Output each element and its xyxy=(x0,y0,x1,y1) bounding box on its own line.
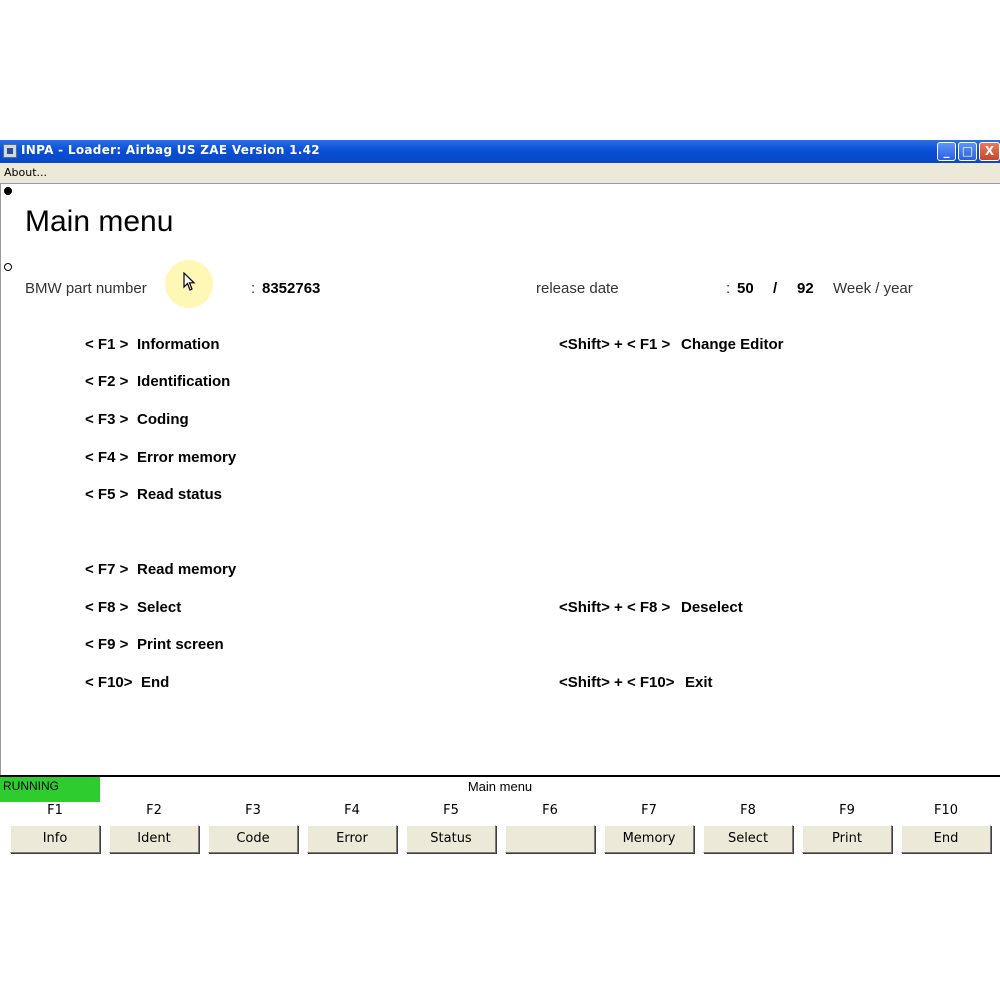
menu-entry-f8[interactable]: < F8 > Select xyxy=(85,599,181,616)
key-label: <Shift> + < F1 > xyxy=(559,336,671,353)
part-number-colon: : xyxy=(251,280,256,297)
menu-entry-shift-f8[interactable]: <Shift> + < F8 > Deselect xyxy=(559,599,743,616)
menu-entry-f1[interactable]: < F1 > Information xyxy=(85,336,220,353)
key-label: < F9 > xyxy=(85,636,129,653)
key-label: < F1 > xyxy=(85,336,129,353)
part-number-label: BMW part number xyxy=(25,280,147,297)
key-description: Print screen xyxy=(137,636,224,653)
menu-entry-f9[interactable]: < F9 > Print screen xyxy=(85,636,224,653)
menu-entry-f7[interactable]: < F7 > Read memory xyxy=(85,561,236,578)
key-label: < F5 > xyxy=(85,486,129,503)
key-description: Coding xyxy=(137,411,189,428)
menu-about[interactable]: About... xyxy=(4,166,47,179)
fkey-label-f3: F3 xyxy=(245,803,261,818)
app-icon[interactable] xyxy=(3,144,17,158)
fkey-label-f7: F7 xyxy=(641,803,657,818)
maximize-button[interactable]: □ xyxy=(958,142,977,161)
fkey-label-f4: F4 xyxy=(344,803,360,818)
window-title: INPA - Loader: Airbag US ZAE Version 1.4… xyxy=(21,143,320,157)
key-label: < F8 > xyxy=(85,599,129,616)
key-description: Change Editor xyxy=(681,336,784,353)
key-description: Read memory xyxy=(137,561,237,578)
code-button[interactable]: Code xyxy=(208,825,298,853)
menu-entry-f2[interactable]: < F2 > Identification xyxy=(85,373,230,390)
key-label: <Shift> + < F10> xyxy=(559,674,675,691)
key-description: Identification xyxy=(137,373,231,390)
key-description: Deselect xyxy=(681,599,743,616)
key-description: Select xyxy=(137,599,182,616)
fkey-label-f1: F1 xyxy=(47,803,63,818)
fkey-label-f8: F8 xyxy=(740,803,756,818)
inpa-window: INPA - Loader: Airbag US ZAE Version 1.4… xyxy=(0,140,1000,856)
mouse-cursor-icon xyxy=(165,260,213,308)
menu-bar: About... xyxy=(0,163,1000,183)
key-description: Exit xyxy=(685,674,713,691)
error-button[interactable]: Error xyxy=(307,825,397,853)
key-description: End xyxy=(141,674,170,691)
open-dot-icon xyxy=(4,263,12,271)
release-date-label: release date xyxy=(536,280,619,297)
menu-entry-shift-f1[interactable]: <Shift> + < F1 > Change Editor xyxy=(559,336,784,353)
menu-entry-f5[interactable]: < F5 > Read status xyxy=(85,486,222,503)
filled-dot-icon xyxy=(4,187,12,195)
fkey-label-f5: F5 xyxy=(443,803,459,818)
function-key-bar: RUNNING Main menu F1 F2 F3 F4 F5 F6 F7 F… xyxy=(0,775,1000,856)
menu-entry-f4[interactable]: < F4 > Error memory xyxy=(85,449,236,466)
release-unit: Week / year xyxy=(833,280,913,297)
key-label: < F4 > xyxy=(85,449,129,466)
menu-entry-shift-f10[interactable]: <Shift> + < F10> Exit xyxy=(559,674,713,691)
page-title: Main menu xyxy=(25,205,174,238)
key-label: <Shift> + < F8 > xyxy=(559,599,671,616)
end-button[interactable]: End xyxy=(901,825,991,853)
status-button[interactable]: Status xyxy=(406,825,496,853)
release-separator: / xyxy=(773,280,778,297)
pointer-arrow-icon xyxy=(183,272,196,291)
key-label: < F3 > xyxy=(85,411,129,428)
key-description: Information xyxy=(137,336,220,353)
close-button[interactable]: X xyxy=(979,142,1000,161)
title-bar: INPA - Loader: Airbag US ZAE Version 1.4… xyxy=(0,140,1000,163)
key-label: < F2 > xyxy=(85,373,129,390)
select-button[interactable]: Select xyxy=(703,825,793,853)
fkey-label-f6: F6 xyxy=(542,803,558,818)
key-description: Error memory xyxy=(137,449,237,466)
key-label: < F10> xyxy=(85,674,133,691)
release-date-colon: : xyxy=(726,280,731,297)
f6-button[interactable] xyxy=(505,825,595,853)
part-number-value: 8352763 xyxy=(262,280,321,297)
fkey-label-f2: F2 xyxy=(146,803,162,818)
fkey-label-f9: F9 xyxy=(839,803,855,818)
main-panel: Main menu BMW part number : 8352763 rele… xyxy=(0,183,1000,775)
release-year-value: 92 xyxy=(797,280,814,297)
print-button[interactable]: Print xyxy=(802,825,892,853)
memory-button[interactable]: Memory xyxy=(604,825,694,853)
menu-entry-f3[interactable]: < F3 > Coding xyxy=(85,411,189,428)
fkey-label-f10: F10 xyxy=(933,803,959,818)
minimize-button[interactable]: _ xyxy=(937,142,956,161)
ident-button[interactable]: Ident xyxy=(109,825,199,853)
status-title: Main menu xyxy=(467,779,533,794)
key-description: Read status xyxy=(137,486,223,503)
info-button[interactable]: Info xyxy=(10,825,100,853)
menu-entry-f10[interactable]: < F10> End xyxy=(85,674,169,691)
key-label: < F7 > xyxy=(85,561,129,578)
release-week-value: 50 xyxy=(737,280,754,297)
